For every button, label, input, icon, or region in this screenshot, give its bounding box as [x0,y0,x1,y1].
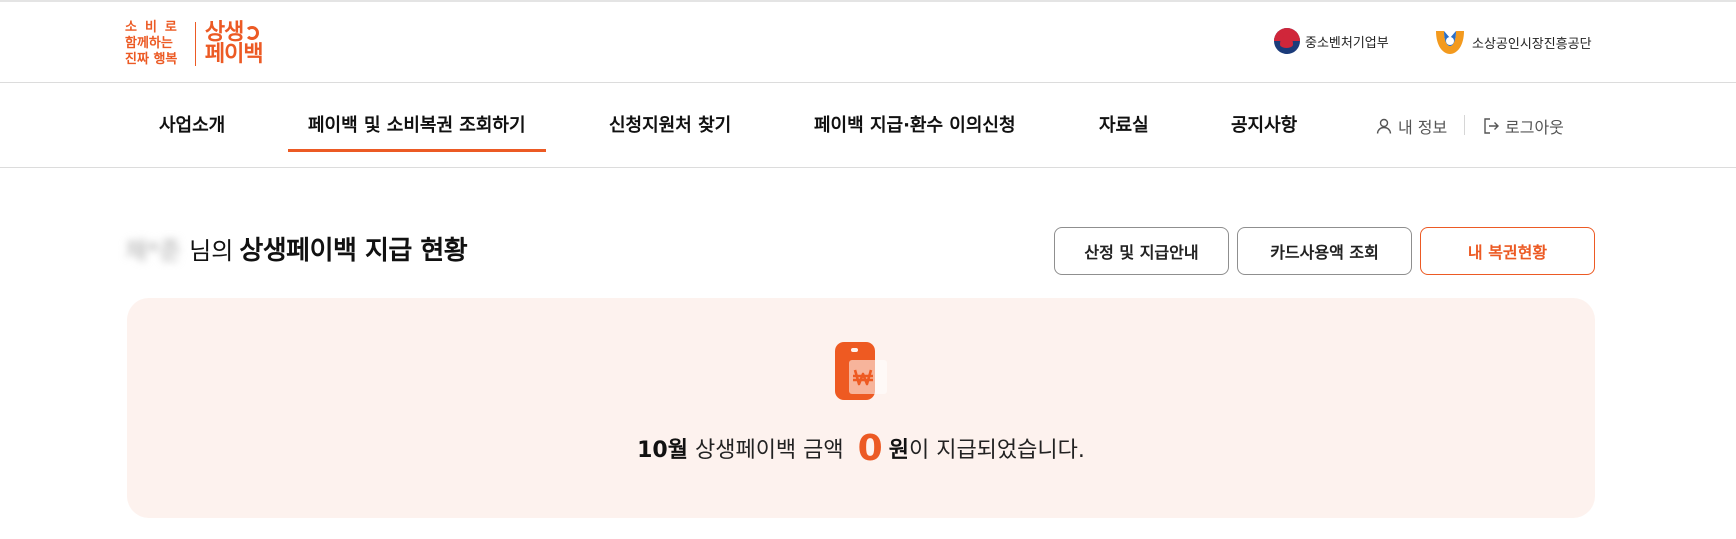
org-label-semas: 소상공인시장진흥공단 [1472,36,1592,52]
org-link-mss[interactable]: 중소벤처기업부 [1274,28,1389,54]
payback-amount-label: 상생페이백 금액 [694,438,844,463]
card-usage-button[interactable]: 카드사용액 조회 [1237,227,1412,275]
logo-slogan-line2: 함께하는 [125,36,173,51]
nav-item-appeal[interactable]: 페이백 지급·환수 이의신청 [814,84,1016,151]
payback-amount-tail: 이 지급되었습니다. [908,438,1085,463]
payment-guide-button[interactable]: 산정 및 지급안내 [1054,227,1229,275]
my-coupon-button[interactable]: 내 복권현황 [1420,227,1595,275]
nav-item-resources[interactable]: 자료실 [1099,84,1149,151]
payback-amount-unit: 원 [888,438,909,463]
user-name: 채*준 [125,237,182,265]
semas-logo-icon [1436,31,1464,54]
logout-label: 로그아웃 [1505,118,1564,137]
nav-item-payback-lookup[interactable]: 페이백 및 소비복권 조회하기 [288,84,546,152]
logo-brand: 상생 페이백 [204,20,264,67]
wallet-won-icon [835,342,887,400]
government-emblem-icon [1274,28,1300,54]
logo-slogan-line1: 소비로 [125,20,185,35]
user-icon [1376,118,1392,134]
org-label-mss: 중소벤처기업부 [1305,35,1389,51]
user-name-suffix: 님의 [189,237,234,265]
my-info-label: 내 정보 [1398,118,1448,137]
status-title-row: 채*준 님의 상생페이백 지급 현황 [125,230,468,267]
payback-month: 10월 [637,438,688,463]
logo-divider [194,22,196,66]
logo-slogan-line3: 진짜 행복 [125,52,178,67]
payback-amount-sentence: 10월 상생페이백 금액 0 원이 지급되었습니다. [127,428,1595,469]
refresh-arrow-icon [245,26,260,40]
nav-item-about[interactable]: 사업소개 [159,84,225,151]
my-info-link[interactable]: 내 정보 [1375,114,1447,138]
payback-status-panel: 10월 상생페이백 금액 0 원이 지급되었습니다. [127,298,1595,518]
payback-amount-value: 0 [857,428,883,469]
logo-brand-line1: 상생 [204,20,244,45]
site-header: 소비로 함께하는 진짜 행복 상생 페이백 중소벤처기업부 소상공인시장진흥공단 [0,2,1736,83]
logout-icon [1484,118,1499,134]
nav-item-support-center[interactable]: 신청지원처 찾기 [609,84,731,151]
nav-item-notices[interactable]: 공지사항 [1231,84,1297,151]
page-title: 상생페이백 지급 현황 [239,236,468,266]
util-divider [1464,115,1465,135]
logo-brand-line2: 페이백 [204,42,264,67]
main-nav: 사업소개 페이백 및 소비복권 조회하기 신청지원처 찾기 페이백 지급·환수 … [0,84,1736,168]
logo-slogan: 소비로 함께하는 진짜 행복 [125,20,185,68]
logout-link[interactable]: 로그아웃 [1482,114,1564,138]
site-logo[interactable]: 소비로 함께하는 진짜 행복 상생 페이백 [125,19,264,69]
org-link-semas[interactable]: 소상공인시장진흥공단 [1434,28,1592,56]
